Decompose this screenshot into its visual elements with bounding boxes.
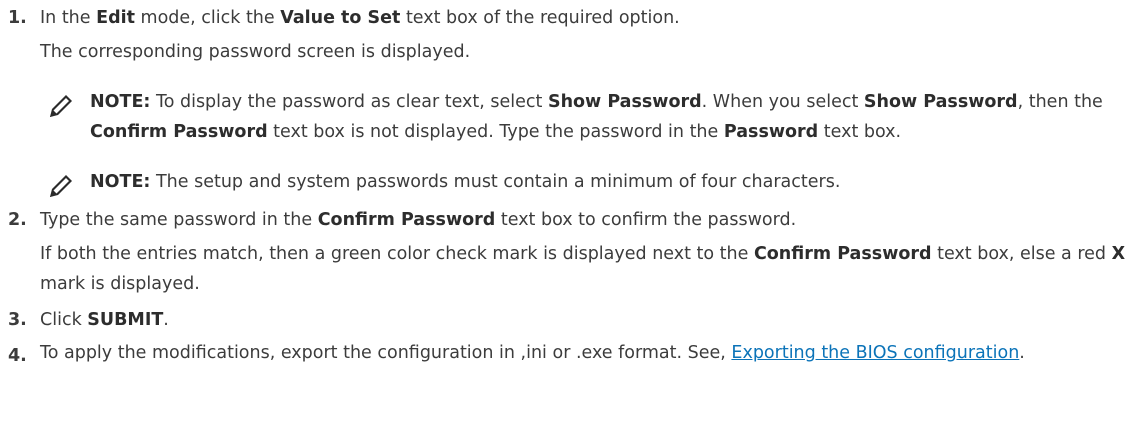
step-number: 2. bbox=[8, 210, 27, 230]
step-instruction: In the Edit mode, click the Value to Set… bbox=[40, 8, 680, 28]
pencil-note-icon bbox=[50, 175, 72, 197]
step-result: If both the entries match, then a green … bbox=[40, 244, 1126, 294]
step-instruction: To apply the modifications, export the c… bbox=[40, 343, 1025, 363]
step-instruction: Type the same password in the Confirm Pa… bbox=[40, 210, 797, 230]
step-instruction: Click SUBMIT. bbox=[40, 310, 169, 330]
step-result: The corresponding password screen is dis… bbox=[40, 42, 471, 62]
note-callout: NOTE: To display the password as clear t… bbox=[40, 87, 1117, 147]
procedure-steps: 1. In the Edit mode, click the Value to … bbox=[0, 3, 1147, 366]
step-number: 1. bbox=[8, 8, 27, 28]
note-text: NOTE: To display the password as clear t… bbox=[90, 92, 1103, 142]
note-callout: NOTE: The setup and system passwords mus… bbox=[40, 167, 1117, 197]
step-2: 2. Type the same password in the Confirm… bbox=[0, 205, 1147, 299]
step-1: 1. In the Edit mode, click the Value to … bbox=[0, 3, 1147, 67]
pencil-note-icon bbox=[49, 95, 73, 117]
exporting-bios-configuration-link[interactable]: Exporting the BIOS configuration bbox=[731, 343, 1019, 363]
step-number: 3. bbox=[8, 310, 27, 330]
step-3: 3. Click SUBMIT. bbox=[0, 305, 1147, 335]
note-text: NOTE: The setup and system passwords mus… bbox=[90, 172, 841, 192]
step-4: 4. To apply the modifications, export th… bbox=[0, 341, 1147, 366]
step-number: 4. bbox=[8, 346, 27, 366]
